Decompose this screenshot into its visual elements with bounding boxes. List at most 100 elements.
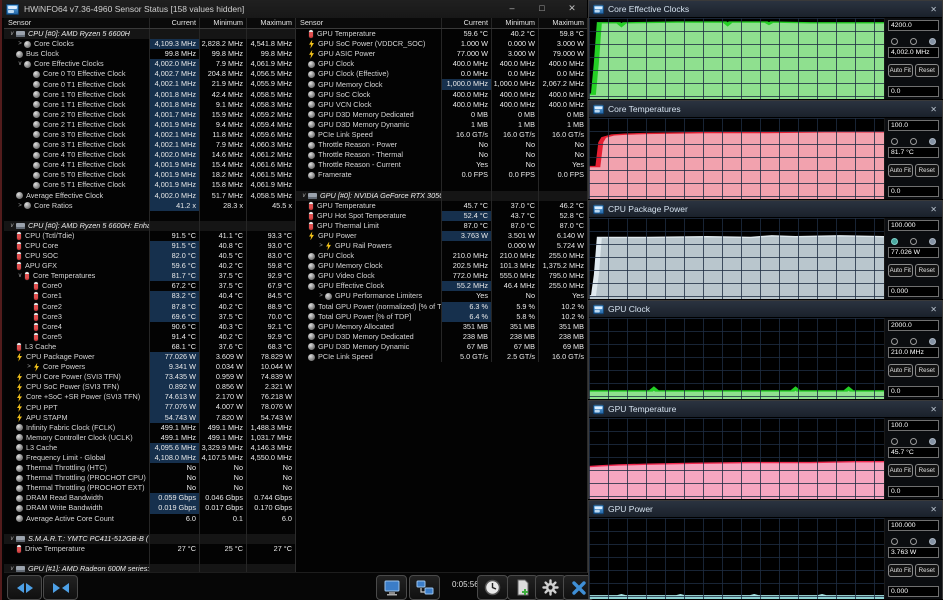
sensor-row[interactable]: Core 1 T1 Effective Clock4,001.8 MHz9.1 … xyxy=(4,100,295,110)
radio-button[interactable] xyxy=(910,38,917,45)
sensor-row[interactable]: GPU Power3.763 W3.501 W6.140 W xyxy=(296,231,587,241)
sensor-row[interactable]: Core 3 T1 Effective Clock4,002.1 MHz7.9 … xyxy=(4,140,295,150)
radio-button[interactable] xyxy=(891,138,898,145)
auto-fit-button[interactable]: Auto Fit xyxy=(888,464,913,477)
graph-titlebar[interactable]: GPU Temperature✕ xyxy=(589,401,942,418)
close-icon[interactable]: ✕ xyxy=(930,105,937,114)
sensor-row[interactable]: CPU SOC82.0 °C40.5 °C83.0 °C xyxy=(4,251,295,261)
sensor-row[interactable]: CPU Core91.5 °C40.8 °C93.0 °C xyxy=(4,241,295,251)
sensor-row[interactable]: GPU D3D Memory Dedicated0 MB0 MB0 MB xyxy=(296,110,587,120)
sensor-row[interactable]: Core 5 T1 Effective Clock4,001.9 MHz15.8… xyxy=(4,180,295,190)
radio-button[interactable] xyxy=(891,338,898,345)
sensor-row[interactable]: APU GFX59.6 °C40.2 °C59.8 °C xyxy=(4,261,295,271)
auto-fit-button[interactable]: Auto Fit xyxy=(888,264,913,277)
reset-button[interactable]: Reset xyxy=(915,164,940,177)
sensor-row[interactable]: >Core Powers9.341 W0.034 W10.044 W xyxy=(4,362,295,372)
sensor-row[interactable]: Average Active Core Count6.00.16.0 xyxy=(4,514,295,524)
col-maximum[interactable]: Maximum xyxy=(246,18,295,28)
sensor-row[interactable]: Core 4 T1 Effective Clock4,001.9 MHz15.4… xyxy=(4,160,295,170)
col-current[interactable]: Current xyxy=(441,18,491,28)
sensor-row[interactable]: Core183.2 °C40.4 °C84.5 °C xyxy=(4,291,295,301)
sensor-group-row[interactable]: vGPU [#0]: NVIDIA GeForce RTX 3050 Lap..… xyxy=(296,191,587,201)
sensor-row[interactable]: CPU Package Power77.026 W3.609 W78.829 W xyxy=(4,352,295,362)
chevron-right-icon[interactable]: > xyxy=(16,201,24,211)
chevron-right-icon[interactable]: > xyxy=(317,291,325,301)
sensor-row[interactable]: Core 0 T0 Effective Clock4,002.7 MHz204.… xyxy=(4,69,295,79)
radio-button[interactable] xyxy=(891,538,898,545)
radio-button[interactable] xyxy=(910,338,917,345)
scale-max-value[interactable]: 4200.0 xyxy=(888,20,939,31)
sensor-row[interactable]: Core287.8 °C40.2 °C88.9 °C xyxy=(4,302,295,312)
sensor-row[interactable]: DRAM Read Bandwidth0.059 Gbps0.046 Gbps0… xyxy=(4,493,295,503)
minimize-icon[interactable]: – xyxy=(497,1,527,17)
chevron-right-icon[interactable]: > xyxy=(16,39,24,49)
maximize-icon[interactable]: □ xyxy=(527,1,557,17)
graph-titlebar[interactable]: GPU Power✕ xyxy=(589,501,942,518)
sensor-row[interactable]: L3 Cache4,095.6 MHz3,329.9 MHz4,146.3 MH… xyxy=(4,443,295,453)
sensor-row[interactable]: GPU ASIC Power77.000 W3.000 W79.000 W xyxy=(296,49,587,59)
col-minimum[interactable]: Minimum xyxy=(491,18,538,28)
sensor-row[interactable]: Framerate0.0 FPS0.0 FPS0.0 FPS xyxy=(296,170,587,180)
col-sensor[interactable]: Sensor xyxy=(4,18,149,28)
scale-max-value[interactable]: 100.0 xyxy=(888,120,939,131)
scale-min-value[interactable]: 0.000 xyxy=(888,586,939,597)
radio-button[interactable] xyxy=(891,238,898,245)
reset-button[interactable]: Reset xyxy=(915,464,940,477)
remote-sensor-button[interactable] xyxy=(409,575,440,600)
sensor-row[interactable]: PCIe Link Speed5.0 GT/s2.5 GT/s16.0 GT/s xyxy=(296,352,587,362)
radio-button[interactable] xyxy=(910,238,917,245)
sensor-row[interactable]: Core 1 T0 Effective Clock4,001.8 MHz42.4… xyxy=(4,90,295,100)
sensor-row[interactable]: Core067.2 °C37.5 °C67.9 °C xyxy=(4,281,295,291)
reset-button[interactable]: Reset xyxy=(915,564,940,577)
sensor-row[interactable]: Core 5 T0 Effective Clock4,001.9 MHz18.2… xyxy=(4,170,295,180)
sensor-row[interactable]: GPU Effective Clock55.2 MHz46.4 MHz255.0… xyxy=(296,281,587,291)
sensor-row[interactable]: Average Effective Clock4,002.0 MHz51.7 M… xyxy=(4,191,295,201)
radio-button[interactable] xyxy=(929,238,936,245)
report-button[interactable] xyxy=(507,575,538,600)
radio-button[interactable] xyxy=(910,538,917,545)
reset-button[interactable]: Reset xyxy=(915,364,940,377)
radio-button[interactable] xyxy=(910,138,917,145)
sensor-row[interactable]: GPU D3D Memory Dynamic1 MB1 MB1 MB xyxy=(296,120,587,130)
sensor-group-row[interactable]: vCPU [#0]: AMD Ryzen 5 6600H: Enhanced xyxy=(4,221,295,231)
sensor-row[interactable]: L3 Cache68.1 °C37.6 °C68.3 °C xyxy=(4,342,295,352)
sensor-row[interactable]: GPU Clock (Effective)0.0 MHz0.0 MHz0.0 M… xyxy=(296,69,587,79)
col-current[interactable]: Current xyxy=(149,18,199,28)
sensor-row[interactable]: >GPU Rail Powers0.000 W5.724 W xyxy=(296,241,587,251)
sensor-row[interactable]: GPU Temperature59.6 °C40.2 °C59.8 °C xyxy=(296,29,587,39)
scale-min-value[interactable]: 0.0 xyxy=(888,186,939,197)
sensor-row[interactable]: GPU Clock210.0 MHz210.0 MHz255.0 MHz xyxy=(296,251,587,261)
sensor-row[interactable]: Core 2 T0 Effective Clock4,001.7 MHz15.9… xyxy=(4,110,295,120)
graph-titlebar[interactable]: CPU Package Power✕ xyxy=(589,201,942,218)
sensor-row[interactable]: GPU Memory Allocated351 MB351 MB351 MB xyxy=(296,322,587,332)
sensor-row[interactable]: Core 3 T0 Effective Clock4,002.1 MHz11.8… xyxy=(4,130,295,140)
sensor-row[interactable]: Thermal Throttling (HTC)NoNoNo xyxy=(4,463,295,473)
reset-button[interactable]: Reset xyxy=(915,264,940,277)
sensor-row[interactable]: GPU Thermal Limit87.0 °C87.0 °C87.0 °C xyxy=(296,221,587,231)
auto-fit-button[interactable]: Auto Fit xyxy=(888,64,913,77)
sensor-row[interactable]: Throttle Reason - PowerNoNoNo xyxy=(296,140,587,150)
expand-columns-button[interactable] xyxy=(7,575,42,600)
sensor-row[interactable]: >Core Ratios41.2 x28.3 x45.5 x xyxy=(4,201,295,211)
sensor-row[interactable]: vCore Effective Clocks4,002.0 MHz7.9 MHz… xyxy=(4,59,295,69)
sensor-row[interactable]: GPU Memory Clock202.5 MHz101.3 MHz1,375.… xyxy=(296,261,587,271)
sensor-row[interactable]: Core 2 T1 Effective Clock4,001.9 MHz9.4 … xyxy=(4,120,295,130)
sensor-row[interactable]: Throttle Reason - CurrentYesNoYes xyxy=(296,160,587,170)
reset-button[interactable]: Reset xyxy=(915,64,940,77)
sensor-row[interactable]: GPU Clock400.0 MHz400.0 MHz400.0 MHz xyxy=(296,59,587,69)
chevron-right-icon[interactable]: > xyxy=(25,362,33,372)
sensor-row[interactable]: Thermal Throttling (PROCHOT CPU)NoNoNo xyxy=(4,473,295,483)
close-icon[interactable]: ✕ xyxy=(930,505,937,514)
sensor-row[interactable]: Core490.6 °C40.3 °C92.1 °C xyxy=(4,322,295,332)
sensor-row[interactable]: PCIe Link Speed16.0 GT/s16.0 GT/s16.0 GT… xyxy=(296,130,587,140)
scale-max-value[interactable]: 2000.0 xyxy=(888,320,939,331)
scale-max-value[interactable]: 100.000 xyxy=(888,520,939,531)
sensor-row[interactable]: GPU Video Clock772.0 MHz555.0 MHz795.0 M… xyxy=(296,271,587,281)
col-sensor[interactable]: Sensor xyxy=(296,18,441,28)
radio-button[interactable] xyxy=(910,438,917,445)
auto-fit-button[interactable]: Auto Fit xyxy=(888,164,913,177)
sensor-row[interactable]: CPU (Tctl/Tdie)91.5 °C41.1 °C93.3 °C xyxy=(4,231,295,241)
auto-fit-button[interactable]: Auto Fit xyxy=(888,364,913,377)
sensor-row[interactable]: APU STAPM54.743 W7.820 W54.743 W xyxy=(4,413,295,423)
chevron-down-icon[interactable]: v xyxy=(16,59,24,69)
